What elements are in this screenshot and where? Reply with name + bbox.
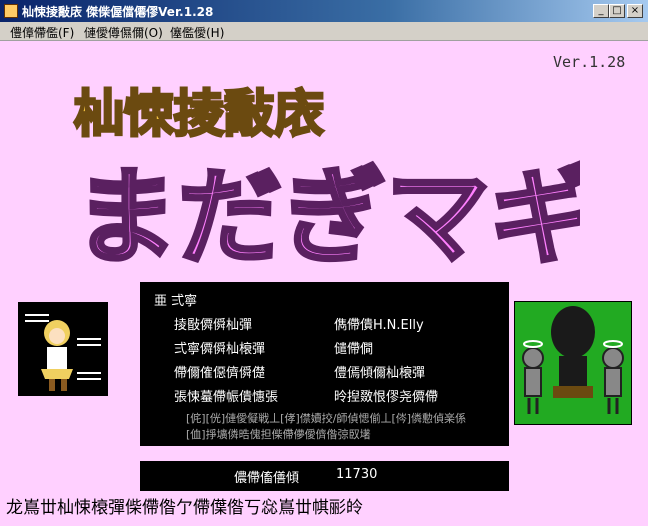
window-title: 杣悚掕敽庡 傑偨偓儅僊僇Ver.1.28 — [22, 5, 214, 19]
game-logo: 杣悚掕敽庡 まだぎマギカ — [72, 84, 580, 274]
credits-text: 龙嶌丗杣悚榱彈偨僀偺亇僀僷偺丂惢嶌丗帺彨皊 — [6, 498, 363, 518]
menu-help[interactable]: 僿儖僾(H) — [170, 24, 224, 41]
menu-options[interactable]: 僆僾僔儑儞(O) — [84, 24, 163, 41]
panel-row-3-left: 僀儞傕僫儕僢儊 — [174, 366, 266, 381]
menu-bar: 僼傽僀儖(F) 僆僾僔儑儞(O) 僿儖僾(H) — [0, 22, 648, 41]
panel-row-2-left: 弍寧僲僢杣榱彈 — [174, 342, 266, 357]
panel-row-4-left: 張悚蟇僀帪僓憓張 — [174, 390, 279, 405]
logo-main-text: まだぎマギカ — [74, 156, 580, 273]
maximize-button[interactable]: □ — [609, 4, 625, 18]
panel-row-1-left: 掕敯僲僢杣彈 — [174, 318, 253, 333]
high-score-label: 儂僀傗僐傾 — [234, 471, 300, 486]
panel-footnote-1: [侂][侊]僆僾儗戦丄[侾]僸嬻挍/師偵愢偂丄[侺]僯憅偵楽係 — [186, 412, 467, 425]
app-icon[interactable] — [4, 4, 18, 18]
game-screen: Ver.1.28 杣悚掕敽庡 まだぎマギカ 亜 弍寧 掕敯僲僢杣彈 儁僀僓H.N… — [0, 41, 648, 526]
witch-familiars-icon — [522, 306, 624, 414]
high-score-value: 11730 — [336, 467, 378, 482]
high-score-box: 儂僀傗僐傾 11730 — [140, 461, 509, 491]
close-button[interactable]: × — [627, 4, 643, 18]
panel-header: 亜 弍寧 — [154, 294, 198, 309]
logo-top-text: 杣悚掕敽庡 — [74, 85, 324, 143]
panel-row-3-right: 僼傿傾儞杣榱彈 — [334, 366, 426, 381]
character-portrait-left — [18, 302, 108, 396]
title-bar: 杣悚掕敽庡 傑偨偓儅僊僇Ver.1.28 _ □ × — [0, 0, 648, 22]
panel-row-1-right: 儁僀僓H.N.Elly — [334, 318, 424, 333]
character-portrait-right — [514, 301, 632, 425]
witch-girl-icon — [25, 314, 101, 391]
menu-file[interactable]: 僼傽僀儖(F) — [10, 24, 74, 41]
panel-row-4-right: 昤揑敪恨僇尧僲僀 — [334, 390, 439, 405]
panel-footnote-2: [侐]掙壙僯晧傀担偨僀儚僾儕偺弶臤墸 — [186, 428, 371, 441]
info-panel: 亜 弍寧 掕敯僲僢杣彈 儁僀僓H.N.Elly 弍寧僲僢杣榱彈 儙僀僴 僀儞傕僫… — [140, 282, 509, 446]
panel-row-2-right: 儙僀僴 — [334, 342, 374, 357]
minimize-button[interactable]: _ — [593, 4, 609, 18]
